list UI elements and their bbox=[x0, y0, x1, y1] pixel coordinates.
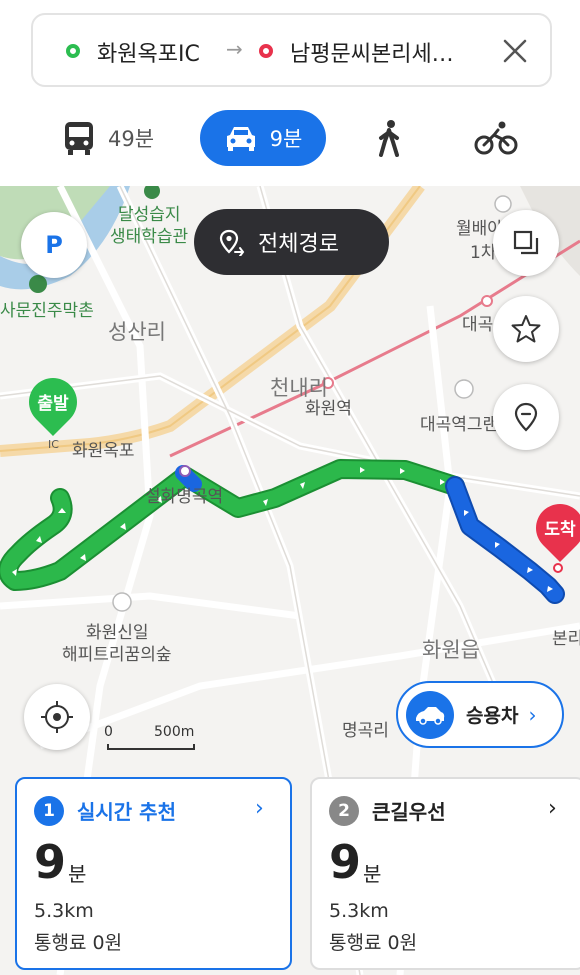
origin-dot-icon bbox=[66, 44, 80, 58]
route-option-distance: 5.3km bbox=[34, 900, 94, 922]
scale-distance: 500m bbox=[154, 724, 195, 740]
mode-transit-label: 49분 bbox=[108, 127, 155, 151]
vehicle-car-icon bbox=[406, 690, 454, 739]
map-label-myeonggok: 명곡리 bbox=[342, 721, 389, 741]
map-label-seolhwa: 설화명곡역 bbox=[145, 487, 224, 507]
origin-text[interactable]: 화원옥포IC bbox=[97, 36, 200, 68]
map-label-hwawon-station: 화원역 bbox=[305, 399, 352, 419]
close-icon bbox=[503, 39, 527, 63]
map-label-daegok: 대곡 bbox=[462, 315, 494, 335]
end-marker[interactable]: 도착 bbox=[526, 494, 580, 562]
mode-car-label: 9분 bbox=[269, 127, 303, 151]
chevron-right-icon: › bbox=[528, 702, 537, 727]
place-button[interactable] bbox=[493, 384, 559, 450]
car-icon bbox=[226, 127, 255, 151]
route-option-number: 1 bbox=[34, 796, 64, 826]
map-label-ecocenter: 생태학습관 bbox=[110, 227, 189, 247]
route-option-title: 실시간 추천 bbox=[77, 800, 176, 824]
start-marker[interactable]: 출발 bbox=[19, 368, 87, 436]
route-pin-icon bbox=[219, 229, 245, 256]
parking-button[interactable]: P bbox=[21, 212, 87, 278]
mode-tab-bike[interactable] bbox=[474, 110, 518, 166]
route-option-card-1[interactable]: 1 실시간 추천 › 9 분 5.3km 통행료 0원 bbox=[15, 777, 292, 970]
full-route-button[interactable]: 전체경로 bbox=[194, 209, 389, 275]
bicycle-icon bbox=[474, 121, 518, 155]
map-label-hwawon-eup: 화원읍 bbox=[422, 638, 480, 662]
map-label-happytree: 해피트리꿈의숲 bbox=[62, 645, 172, 665]
vehicle-type-button[interactable]: 승용차 › bbox=[396, 681, 564, 748]
scale-bar bbox=[107, 744, 195, 750]
layers-icon bbox=[513, 230, 539, 255]
current-location-button[interactable] bbox=[24, 684, 90, 750]
walk-icon bbox=[379, 120, 399, 157]
route-option-time-unit: 분 bbox=[363, 862, 382, 886]
layers-button[interactable] bbox=[493, 210, 559, 276]
route-summary-box[interactable]: 화원옥포IC → 남평문씨본리세… bbox=[31, 13, 552, 87]
end-marker-label: 도착 bbox=[544, 520, 576, 540]
route-option-distance: 5.3km bbox=[329, 900, 389, 922]
vehicle-type-label: 승용차 bbox=[466, 705, 519, 727]
sedan-icon bbox=[416, 706, 445, 725]
mode-tab-transit[interactable]: 49분 bbox=[62, 110, 154, 166]
location-pin-icon bbox=[514, 402, 538, 432]
route-option-toll: 통행료 0원 bbox=[34, 932, 123, 954]
star-icon bbox=[511, 315, 541, 343]
favorite-button[interactable] bbox=[493, 296, 559, 362]
chevron-right-icon: › bbox=[255, 796, 264, 821]
mode-tab-walk[interactable] bbox=[376, 110, 402, 166]
map-label-bonri: 본리 bbox=[552, 629, 580, 649]
route-option-number: 2 bbox=[329, 796, 359, 826]
map-label-ic: IC bbox=[48, 438, 59, 451]
full-route-label: 전체경로 bbox=[258, 232, 339, 257]
route-option-title: 큰길우선 bbox=[372, 800, 446, 824]
close-button[interactable] bbox=[499, 35, 531, 67]
route-option-time: 9 bbox=[34, 835, 67, 889]
map-label-seongsanri: 성산리 bbox=[108, 320, 166, 344]
route-option-card-2[interactable]: 2 큰길우선 › 9 분 5.3km 통행료 0원 bbox=[310, 777, 580, 970]
chevron-right-icon: › bbox=[548, 796, 557, 821]
scale-zero: 0 bbox=[104, 724, 113, 740]
map-label-moonjin: 사문진주막촌 bbox=[0, 301, 94, 321]
route-option-time-unit: 분 bbox=[68, 862, 87, 886]
crosshair-icon bbox=[41, 701, 73, 733]
route-option-toll: 통행료 0원 bbox=[329, 932, 418, 954]
parking-icon: P bbox=[45, 231, 63, 259]
route-option-time: 9 bbox=[329, 835, 362, 889]
route-header: 화원옥포IC → 남평문씨본리세… 49분 9분 bbox=[0, 0, 580, 186]
mode-tab-car[interactable]: 9분 bbox=[200, 110, 326, 166]
start-marker-label: 출발 bbox=[37, 394, 69, 414]
route-arrow-icon: → bbox=[226, 37, 243, 61]
map-view[interactable]: 달성습지 생태학습관 사문진주막촌 성산리 천내리 화원역 대곡 월배아 1차 … bbox=[0, 186, 580, 975]
map-label-daegokgrand: 대곡역그랜 bbox=[420, 415, 499, 435]
bus-icon bbox=[65, 122, 93, 155]
map-label-hwawon-okpo: 화원옥포 bbox=[72, 441, 135, 461]
map-scale: 0 500m bbox=[104, 724, 195, 750]
destination-text[interactable]: 남평문씨본리세… bbox=[290, 36, 490, 68]
destination-dot-icon bbox=[259, 44, 273, 58]
